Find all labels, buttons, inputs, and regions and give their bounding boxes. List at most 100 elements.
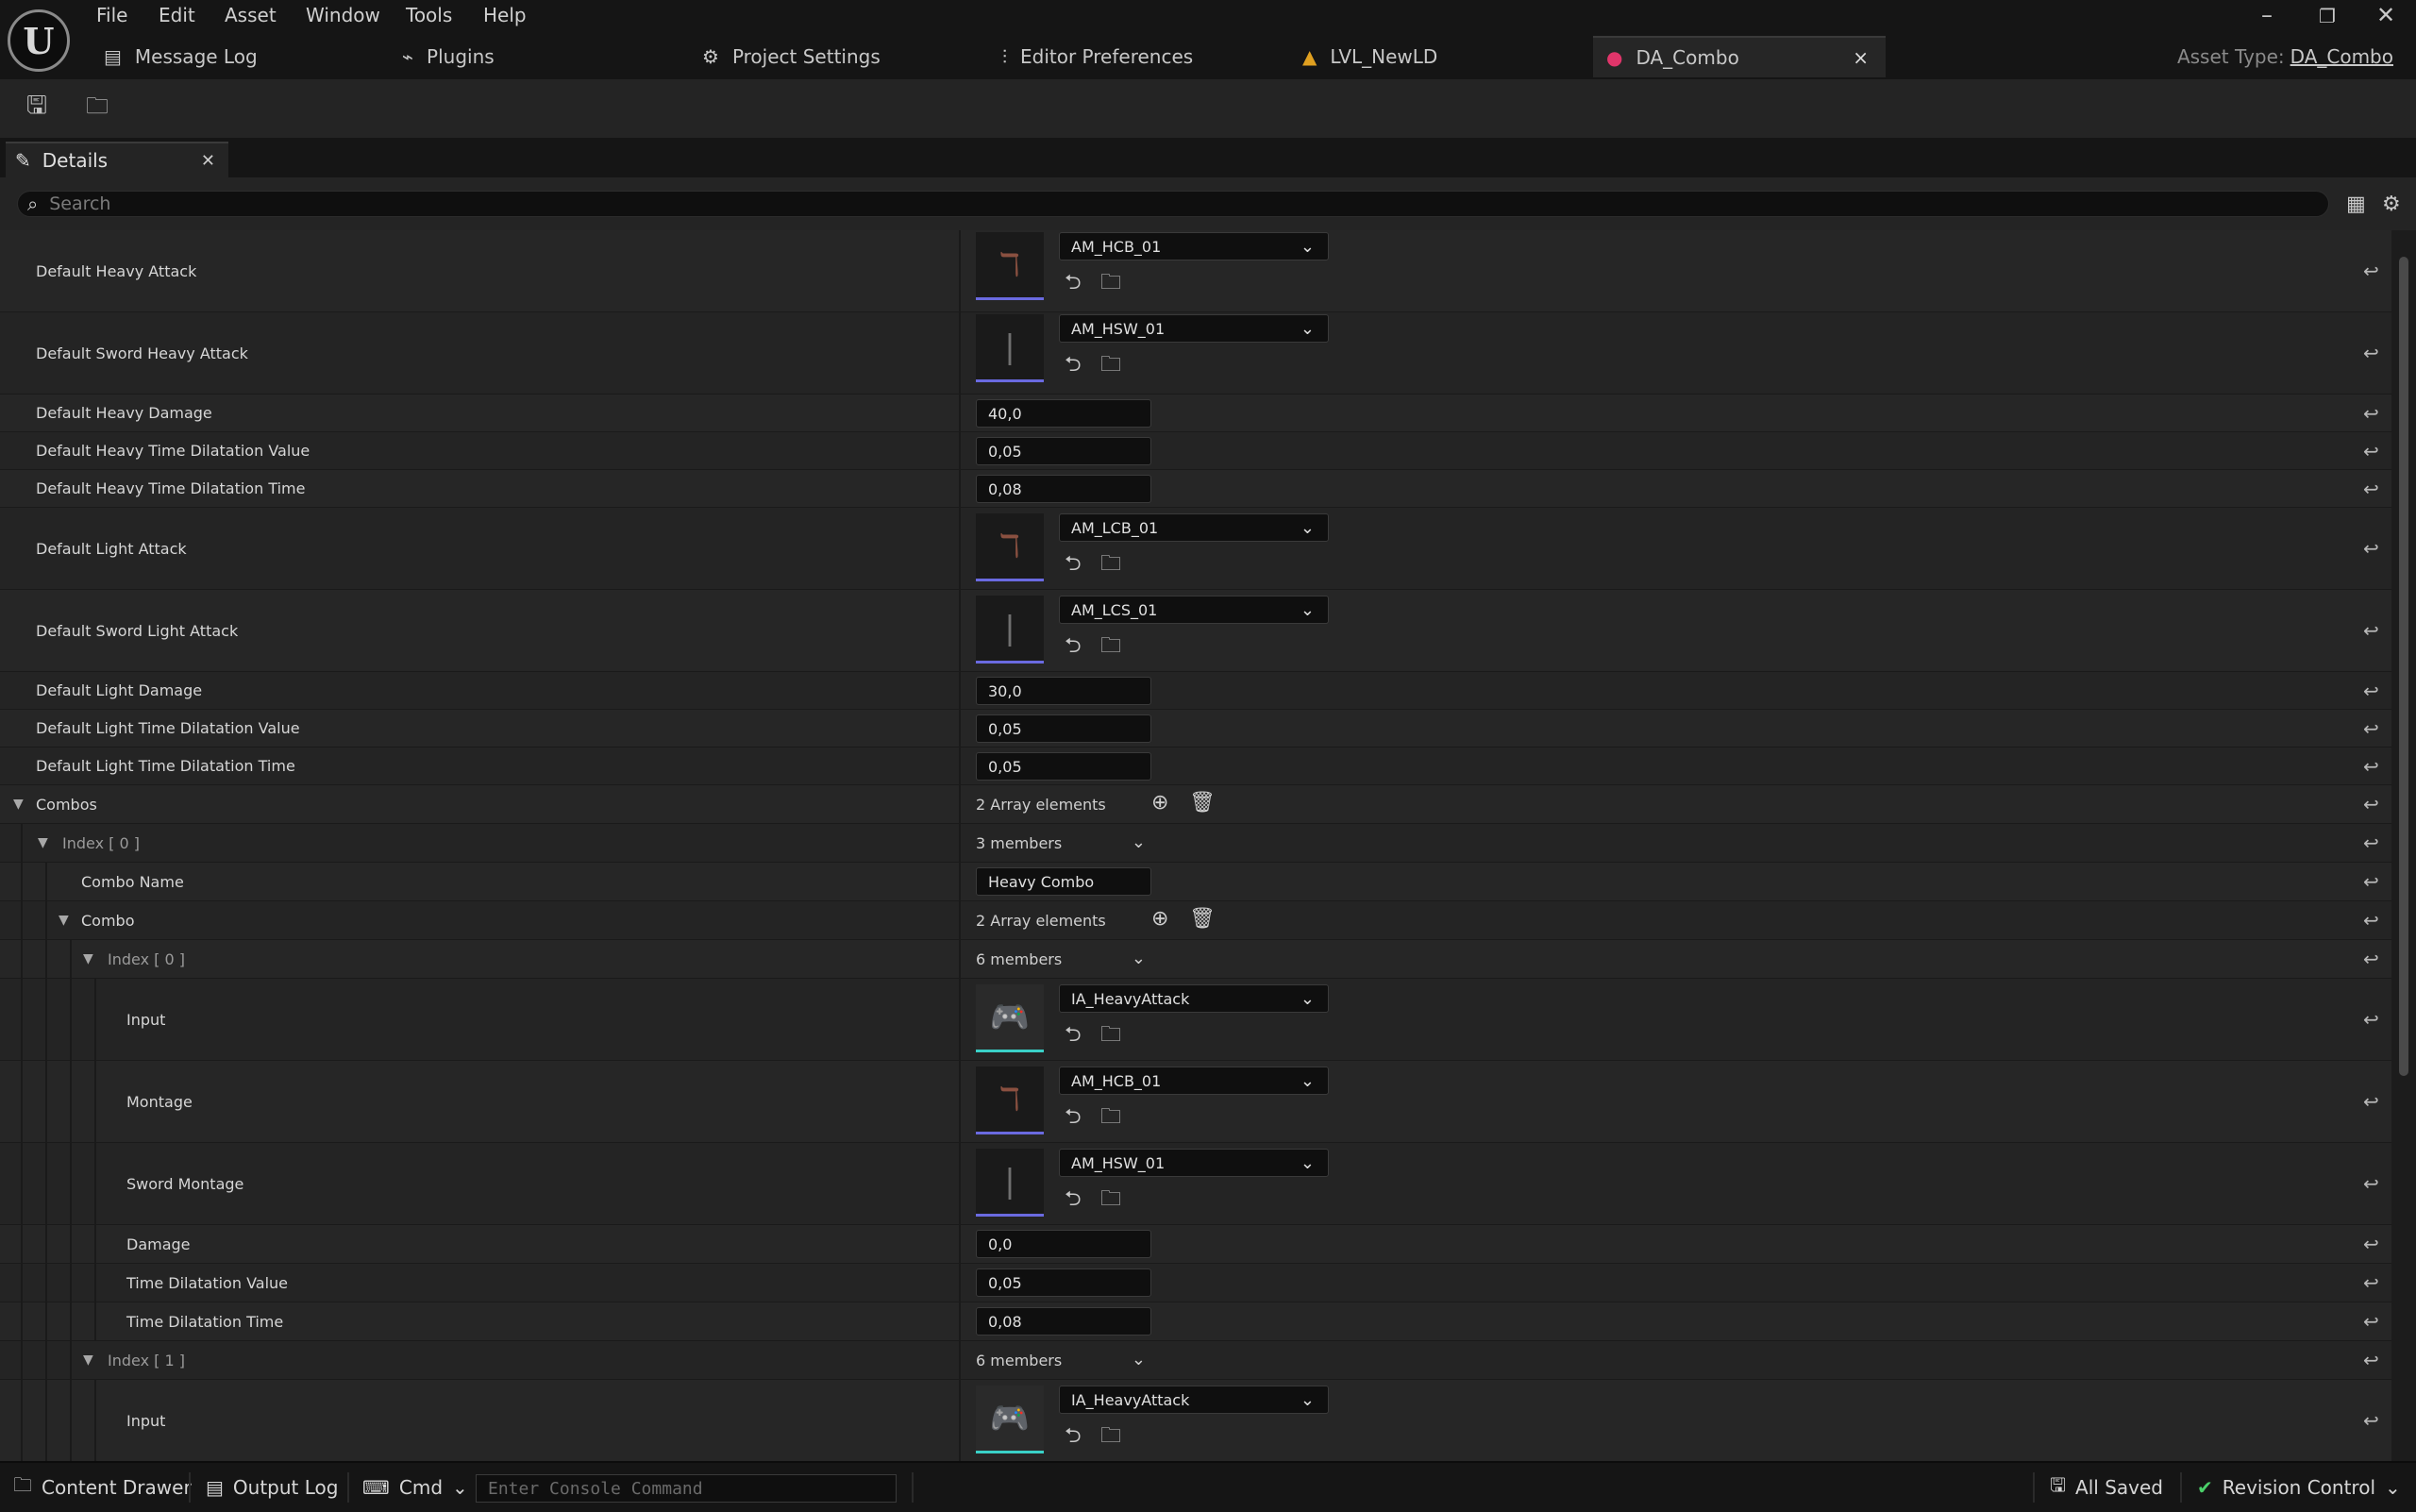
reset-icon[interactable]: ↩ <box>2363 824 2379 862</box>
asset-picker[interactable]: AM_LCS_01 ⌄ <box>1059 596 1329 624</box>
browse-icon[interactable]: 🗀 <box>1100 1183 1121 1218</box>
browse-icon[interactable]: 🗀 <box>1100 1420 1121 1455</box>
use-selected-icon[interactable]: ⮌ <box>1065 1420 1082 1455</box>
reset-icon[interactable]: ↩ <box>2363 1264 2379 1302</box>
details-scrollbar[interactable] <box>2391 230 2416 1461</box>
reset-icon[interactable]: ↩ <box>2363 1061 2379 1142</box>
tab-da-combo[interactable]: ● DA_Combo × <box>1593 36 1886 77</box>
number-field[interactable]: 30,0 <box>976 677 1151 705</box>
asset-picker[interactable]: AM_HCB_01 ⌄ <box>1059 1067 1329 1095</box>
members-dropdown[interactable]: 3 members ⌄ <box>976 832 1146 852</box>
browse-icon[interactable]: 🗀 <box>1100 266 1121 302</box>
browse-icon[interactable]: 🗀 <box>1100 630 1121 665</box>
asset-picker[interactable]: IA_HeavyAttack ⌄ <box>1059 1386 1329 1414</box>
menu-help[interactable]: Help <box>483 4 527 26</box>
content-drawer-button[interactable]: 🗀 Content Drawer <box>13 1463 192 1512</box>
minimize-icon[interactable]: – <box>2248 2 2286 28</box>
output-log-button[interactable]: ▤ Output Log <box>206 1463 338 1512</box>
reset-icon[interactable]: ↩ <box>2363 432 2379 469</box>
members-dropdown[interactable]: 6 members ⌄ <box>976 1350 1146 1369</box>
reset-icon[interactable]: ↩ <box>2363 1341 2379 1379</box>
tab-plugins[interactable]: ⌁ Plugins <box>402 36 495 77</box>
expand-triangle-icon[interactable]: ▼ <box>83 951 93 966</box>
anim-montage-thumbnail[interactable]: | <box>976 314 1044 382</box>
property-matrix-icon[interactable]: ▦ <box>2346 193 2366 216</box>
close-details-icon[interactable]: ✕ <box>201 151 215 171</box>
number-field[interactable]: 0,05 <box>976 752 1151 781</box>
settings-gear-icon[interactable]: ⚙ <box>2382 193 2401 216</box>
anim-montage-thumbnail[interactable]: ℸ <box>976 513 1044 581</box>
use-selected-icon[interactable]: ⮌ <box>1065 1100 1082 1136</box>
number-field[interactable]: 0,05 <box>976 437 1151 465</box>
reset-icon[interactable]: ↩ <box>2363 785 2379 823</box>
expand-triangle-icon[interactable]: ▼ <box>83 1352 93 1368</box>
number-field[interactable]: 0,08 <box>976 1307 1151 1336</box>
console-command-input[interactable]: Enter Console Command <box>476 1474 897 1503</box>
input-action-thumbnail[interactable]: 🎮 <box>976 1386 1044 1453</box>
expand-triangle-icon[interactable]: ▼ <box>38 835 48 850</box>
reset-icon[interactable]: ↩ <box>2363 901 2379 939</box>
save-icon[interactable]: 🖫 <box>21 92 53 125</box>
number-field[interactable]: 0,05 <box>976 714 1151 743</box>
number-field[interactable]: 0,08 <box>976 475 1151 503</box>
close-tab-icon[interactable]: × <box>1853 46 1869 69</box>
browse-icon[interactable]: 🗀 <box>1100 1018 1121 1054</box>
menu-file[interactable]: File <box>96 4 127 26</box>
menu-asset[interactable]: Asset <box>225 4 277 26</box>
use-selected-icon[interactable]: ⮌ <box>1065 266 1082 302</box>
delete-all-icon[interactable]: 🗑 <box>1189 907 1216 931</box>
cmd-dropdown[interactable]: ⌨ Cmd ⌄ <box>362 1463 468 1512</box>
use-selected-icon[interactable]: ⮌ <box>1065 348 1082 384</box>
close-window-icon[interactable]: ✕ <box>2367 2 2405 28</box>
anim-montage-thumbnail[interactable]: | <box>976 596 1044 664</box>
browse-icon[interactable]: 🗀 <box>1100 547 1121 583</box>
menu-tools[interactable]: Tools <box>406 4 452 26</box>
members-dropdown[interactable]: 6 members ⌄ <box>976 949 1146 968</box>
browse-icon[interactable]: 🗀 <box>1100 1100 1121 1136</box>
asset-type-link[interactable]: DA_Combo <box>2290 45 2393 68</box>
expand-triangle-icon[interactable]: ▼ <box>59 913 69 928</box>
restore-icon[interactable]: ❐ <box>2308 5 2346 27</box>
add-element-icon[interactable]: ⊕ <box>1151 791 1168 815</box>
browse-to-asset-icon[interactable]: 🗀 <box>81 92 113 125</box>
reset-icon[interactable]: ↩ <box>2363 1302 2379 1340</box>
reset-icon[interactable]: ↩ <box>2363 940 2379 978</box>
use-selected-icon[interactable]: ⮌ <box>1065 547 1082 583</box>
number-field[interactable]: 40,0 <box>976 399 1151 428</box>
reset-icon[interactable]: ↩ <box>2363 1380 2379 1461</box>
reset-icon[interactable]: ↩ <box>2363 1225 2379 1263</box>
reset-icon[interactable]: ↩ <box>2363 748 2379 784</box>
asset-picker[interactable]: AM_HSW_01 ⌄ <box>1059 314 1329 343</box>
search-input[interactable]: ⌕ Search <box>17 191 2329 217</box>
tab-editor-preferences[interactable]: ⫶ Editor Preferences <box>1002 36 1193 77</box>
menu-edit[interactable]: Edit <box>159 4 195 26</box>
reset-icon[interactable]: ↩ <box>2363 863 2379 900</box>
reset-icon[interactable]: ↩ <box>2363 230 2379 311</box>
reset-icon[interactable]: ↩ <box>2363 395 2379 431</box>
input-action-thumbnail[interactable]: 🎮 <box>976 984 1044 1052</box>
expand-triangle-icon[interactable]: ▼ <box>13 797 24 812</box>
reset-icon[interactable]: ↩ <box>2363 590 2379 671</box>
number-field[interactable]: 0,0 <box>976 1230 1151 1258</box>
tab-project-settings[interactable]: ⚙ Project Settings <box>702 36 881 77</box>
number-field[interactable]: 0,05 <box>976 1268 1151 1297</box>
asset-picker[interactable]: AM_LCB_01 ⌄ <box>1059 513 1329 542</box>
reset-icon[interactable]: ↩ <box>2363 672 2379 709</box>
tab-message-log[interactable]: ▤ Message Log <box>104 36 258 77</box>
reset-icon[interactable]: ↩ <box>2363 470 2379 507</box>
browse-icon[interactable]: 🗀 <box>1100 348 1121 384</box>
reset-icon[interactable]: ↩ <box>2363 710 2379 747</box>
reset-icon[interactable]: ↩ <box>2363 508 2379 589</box>
revision-control-button[interactable]: ✔ Revision Control ⌄ <box>2197 1463 2401 1512</box>
menu-window[interactable]: Window <box>306 4 380 26</box>
anim-montage-thumbnail[interactable]: ℸ <box>976 1067 1044 1134</box>
reset-icon[interactable]: ↩ <box>2363 312 2379 394</box>
text-field[interactable]: Heavy Combo <box>976 867 1151 896</box>
asset-picker[interactable]: IA_HeavyAttack ⌄ <box>1059 984 1329 1013</box>
unreal-logo-icon[interactable]: U <box>8 9 70 72</box>
scrollbar-thumb[interactable] <box>2399 257 2408 1076</box>
use-selected-icon[interactable]: ⮌ <box>1065 1018 1082 1054</box>
delete-all-icon[interactable]: 🗑 <box>1189 791 1216 815</box>
reset-icon[interactable]: ↩ <box>2363 979 2379 1060</box>
reset-icon[interactable]: ↩ <box>2363 1143 2379 1224</box>
